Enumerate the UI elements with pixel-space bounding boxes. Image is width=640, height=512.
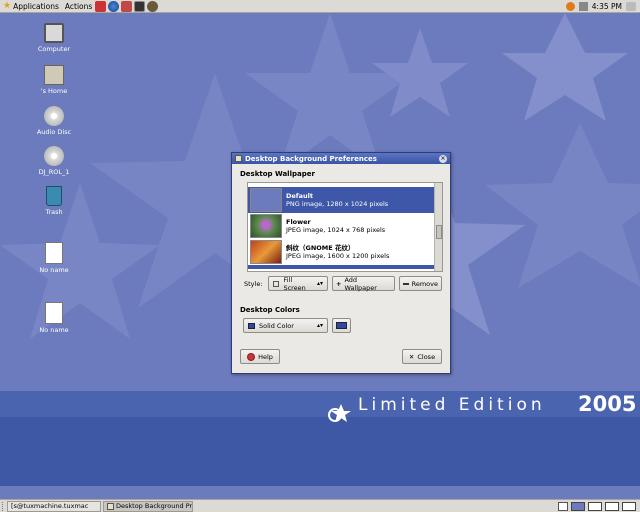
file2-icon-label: No name — [39, 326, 69, 334]
star-logo-icon — [328, 404, 351, 422]
dvd-icon — [44, 146, 64, 166]
colors-section-title: Desktop Colors — [240, 306, 300, 314]
document-icon — [45, 302, 63, 324]
trash-desktop-icon[interactable]: Trash — [32, 186, 76, 216]
audio-disc-desktop-icon[interactable]: Audio Disc — [32, 106, 76, 136]
color-picker-button[interactable] — [332, 318, 351, 333]
style-combo-value: Fill Screen — [283, 275, 306, 292]
wallpaper-name: 斜纹（GNOME 花纹） — [286, 244, 355, 252]
help-icon — [247, 352, 256, 361]
actions-menu[interactable]: Actions — [62, 2, 95, 11]
remove-button[interactable]: Remove — [399, 276, 442, 291]
email-launcher-icon[interactable] — [121, 0, 133, 12]
close-label: Close — [417, 352, 436, 361]
update-notifier-icon[interactable] — [565, 2, 575, 11]
background-preferences-dialog: Desktop Background Preferences × Desktop… — [231, 152, 451, 374]
wallpaper-item-gnome[interactable]: 斜纹（GNOME 花纹） JPEG image, 1600 x 1200 pix… — [248, 239, 442, 265]
add-icon: + — [336, 279, 342, 288]
top-panel: ★ Applications Actions 4:35 PM — [0, 0, 640, 13]
clock[interactable]: 4:35 PM — [592, 2, 622, 11]
network-icon[interactable] — [578, 2, 588, 11]
computer-desktop-icon[interactable]: Computer — [32, 23, 76, 53]
help-button[interactable]: Help — [240, 349, 280, 364]
close-icon: ✕ — [408, 352, 415, 361]
trash-icon — [46, 186, 62, 206]
panel-handle — [2, 501, 5, 511]
terminal-task-label: [s@tuxmachine.tuxmac — [11, 502, 89, 510]
workspace-1[interactable] — [571, 501, 585, 511]
file1-icon-label: No name — [39, 266, 69, 274]
home-folder-icon — [44, 65, 64, 85]
color-swatch — [336, 322, 347, 329]
fill-screen-icon — [273, 280, 280, 287]
remove-icon — [403, 282, 409, 285]
wallpaper-thumbnail — [250, 214, 282, 238]
file2-desktop-icon[interactable]: No name — [32, 302, 76, 334]
settings-launcher-icon[interactable] — [147, 0, 159, 12]
scrollbar-thumb[interactable] — [436, 225, 442, 239]
dvd-desktop-icon[interactable]: DJ_ROL_1 — [32, 146, 76, 176]
color-mode-value: Solid Color — [259, 321, 294, 330]
home-desktop-icon[interactable]: 's Home — [32, 65, 76, 95]
wallpaper-list[interactable]: Default PNG image, 1280 x 1024 pixels Fl… — [247, 182, 443, 272]
top-panel-tray: 4:35 PM — [565, 0, 636, 13]
wallpaper-thumbnail — [250, 240, 282, 264]
eject-icon[interactable] — [626, 2, 636, 11]
wallpaper-name: Default — [286, 192, 313, 200]
style-combo[interactable]: Fill Screen ▴▾ — [268, 275, 328, 292]
preferences-icon — [235, 155, 242, 162]
add-wallpaper-button[interactable]: + Add Wallpaper — [332, 275, 395, 292]
close-button[interactable]: ✕ Close — [402, 349, 442, 364]
applications-menu-label: Applications — [13, 1, 59, 11]
computer-icon-label: Computer — [37, 45, 71, 53]
style-label: Style: — [244, 280, 263, 288]
combo-arrow-icon: ▴▾ — [316, 280, 323, 287]
task-terminal[interactable]: [s@tuxmachine.tuxmac — [7, 500, 101, 512]
edition-text: Limited Edition — [358, 395, 546, 415]
workspace-2[interactable] — [588, 501, 602, 511]
remove-label: Remove — [411, 279, 438, 288]
file1-desktop-icon[interactable]: No name — [32, 242, 76, 274]
help-label: Help — [258, 352, 273, 361]
task-dialog[interactable]: Desktop Background Pre — [103, 500, 193, 512]
edition-year: 2005 — [578, 392, 637, 416]
wallpaper-section-title: Desktop Wallpaper — [240, 170, 315, 178]
computer-icon — [44, 23, 64, 43]
help-launcher-icon[interactable] — [95, 0, 107, 12]
workspace-3[interactable] — [605, 501, 619, 511]
audio-disc-label: Audio Disc — [36, 128, 72, 136]
workspace-switcher — [558, 501, 640, 511]
wallpaper-info: JPEG image, 1600 x 1200 pixels — [286, 252, 390, 260]
cd-icon — [44, 106, 64, 126]
show-desktop-icon[interactable] — [558, 501, 568, 511]
workspace-4[interactable] — [622, 501, 636, 511]
add-wallpaper-label: Add Wallpaper — [344, 275, 377, 292]
web-browser-icon[interactable] — [108, 0, 120, 12]
gnome-foot-icon: ★ — [3, 1, 12, 11]
list-item-partial — [248, 265, 442, 269]
wallpaper-name: Flower — [286, 218, 311, 226]
home-icon-label: 's Home — [40, 87, 68, 95]
dialog-task-label: Desktop Background Pre — [116, 502, 193, 510]
wallpaper-info: JPEG image, 1024 x 768 pixels — [286, 226, 386, 234]
dialog-titlebar[interactable]: Desktop Background Preferences × — [232, 153, 450, 164]
document-icon — [45, 242, 63, 264]
trash-icon-label: Trash — [45, 208, 63, 216]
actions-menu-label: Actions — [64, 1, 93, 11]
combo-arrow-icon: ▴▾ — [316, 322, 323, 329]
wallpaper-list-scrollbar[interactable] — [434, 183, 442, 271]
wallpaper-info: PNG image, 1280 x 1024 pixels — [286, 200, 389, 208]
wallpaper-item-flower[interactable]: Flower JPEG image, 1024 x 768 pixels — [248, 213, 442, 239]
bottom-panel: [s@tuxmachine.tuxmac Desktop Background … — [0, 499, 640, 512]
titlebar-close-icon[interactable]: × — [439, 154, 447, 163]
solid-color-icon — [248, 322, 255, 329]
wallpaper-thumbnail — [250, 188, 282, 212]
applications-menu[interactable]: ★ Applications — [0, 1, 62, 11]
color-mode-combo[interactable]: Solid Color ▴▾ — [243, 318, 328, 333]
wallpaper-item-default[interactable]: Default PNG image, 1280 x 1024 pixels — [248, 187, 442, 213]
terminal-launcher-icon[interactable] — [134, 0, 146, 12]
preferences-task-icon — [107, 502, 114, 510]
dialog-title: Desktop Background Preferences — [245, 154, 377, 163]
dvd-icon-label: DJ_ROL_1 — [38, 168, 70, 176]
